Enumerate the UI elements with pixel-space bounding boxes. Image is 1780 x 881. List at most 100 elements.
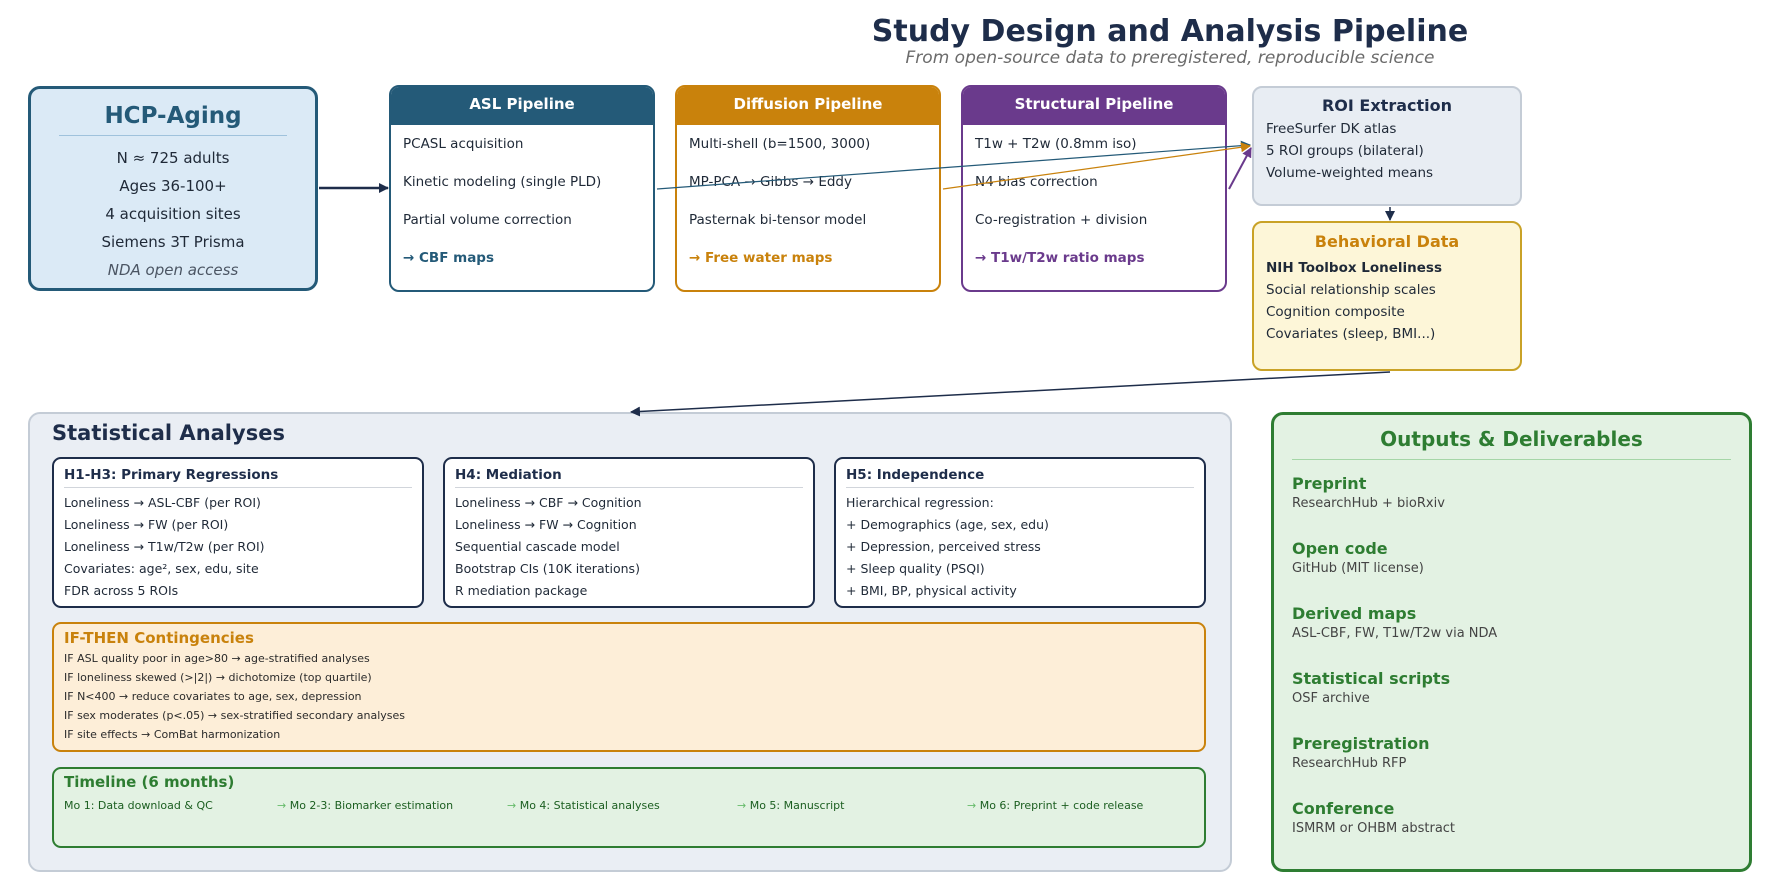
output-item: Statistical scripts OSF archive [1292,661,1749,726]
outputs-deliverables-box: Outputs & Deliverables Preprint Research… [1271,412,1752,872]
arrow-right-icon: → [737,799,747,812]
asl-pipeline-box: ASL Pipeline PCASL acquisition Kinetic m… [389,85,655,292]
roi-extraction-box: ROI Extraction FreeSurfer DK atlas 5 ROI… [1252,86,1522,206]
hypothesis-line: + BMI, BP, physical activity [846,583,1017,598]
divider [59,135,287,136]
contingencies-title: IF-THEN Contingencies [64,629,254,647]
timeline-item-label: Mo 1: Data download & QC [64,799,213,812]
timeline-item: → Mo 2-3: Biomarker estimation [277,799,453,812]
contingency-line: IF site effects → ComBat harmonization [64,728,281,741]
output-item: Conference ISMRM or OHBM abstract [1292,791,1749,856]
pipeline-step: N4 bias correction [975,174,1098,190]
hypothesis-line: Loneliness → T1w/T2w (per ROI) [64,539,265,554]
contingency-line: IF ASL quality poor in age>80 → age-stra… [64,652,370,665]
roi-title: ROI Extraction [1321,96,1453,115]
output-name: Derived maps [1292,604,1417,623]
contingency-line: IF sex moderates (p<.05) → sex-stratifie… [64,709,406,722]
hypothesis-line: Sequential cascade model [455,539,620,554]
timeline-item-label: Mo 2-3: Biomarker estimation [289,799,454,812]
outputs-title: Outputs & Deliverables [1380,427,1643,451]
hypothesis-line: Covariates: age², sex, edu, site [64,561,259,576]
timeline-item-label: Mo 5: Manuscript [749,799,845,812]
output-item: Derived maps ASL-CBF, FW, T1w/T2w via ND… [1292,596,1749,661]
hypothesis-line: + Demographics (age, sex, edu) [846,517,1049,532]
hypothesis-line: Loneliness → FW (per ROI) [64,517,229,532]
pipeline-step: Multi-shell (b=1500, 3000) [689,136,871,152]
hypothesis-line: R mediation package [455,583,588,598]
output-item: Preregistration ResearchHub RFP [1292,726,1749,791]
hypothesis-title: H5: Independence [846,467,1194,488]
contingency-line: IF loneliness skewed (>|2|) → dichotomiz… [64,671,372,684]
hypothesis-title: H4: Mediation [455,467,803,488]
timeline-item-label: Mo 4: Statistical analyses [519,799,660,812]
pipeline-output: → Free water maps [689,250,833,266]
output-desc: ASL-CBF, FW, T1w/T2w via NDA [1292,626,1498,641]
page-subtitle: From open-source data to preregistered, … [905,48,1435,68]
hcp-line: NDA open access [107,261,239,279]
timeline-box: Timeline (6 months) Mo 1: Data download … [52,767,1206,848]
statistical-analyses-title: Statistical Analyses [52,421,285,445]
output-desc: ResearchHub + bioRxiv [1292,496,1445,511]
output-desc: OSF archive [1292,691,1370,706]
timeline-item: → Mo 4: Statistical analyses [507,799,660,812]
output-name: Conference [1292,799,1395,818]
hcp-line: Siemens 3T Prisma [101,233,245,251]
behavioral-title: Behavioral Data [1314,232,1460,251]
diffusion-pipeline-title: Diffusion Pipeline [677,87,939,125]
asl-pipeline-title: ASL Pipeline [391,87,653,125]
output-name: Preprint [1292,474,1367,493]
hcp-line: 4 acquisition sites [105,205,241,223]
hcp-aging-box: HCP-Aging N ≈ 725 adults Ages 36-100+ 4 … [28,86,318,291]
behavioral-line: NIH Toolbox Loneliness [1266,260,1442,276]
h1-h3-box: H1-H3: Primary Regressions Loneliness → … [52,457,424,608]
h5-independence-box: H5: Independence Hierarchical regression… [834,457,1206,608]
behavioral-data-box: Behavioral Data NIH Toolbox Loneliness S… [1252,221,1522,371]
hypothesis-line: + Sleep quality (PSQI) [846,561,985,576]
roi-line: 5 ROI groups (bilateral) [1266,143,1424,159]
behavioral-line: Social relationship scales [1266,282,1436,298]
arrow-behavioral-to-stats [630,371,1391,417]
timeline-item: Mo 1: Data download & QC [64,799,213,812]
if-then-contingencies-box: IF-THEN Contingencies IF ASL quality poo… [52,622,1206,752]
timeline-title: Timeline (6 months) [64,773,235,791]
hypothesis-line: Bootstrap CIs (10K iterations) [455,561,640,576]
hypothesis-title: H1-H3: Primary Regressions [64,467,412,488]
hcp-line: Ages 36-100+ [119,177,227,195]
output-desc: ResearchHub RFP [1292,756,1407,771]
hypothesis-line: + Depression, perceived stress [846,539,1041,554]
output-item: Preprint ResearchHub + bioRxiv [1292,466,1749,531]
output-desc: GitHub (MIT license) [1292,561,1424,576]
timeline-item-label: Mo 6: Preprint + code release [979,799,1144,812]
roi-line: Volume-weighted means [1266,165,1434,181]
hypothesis-line: Loneliness → ASL-CBF (per ROI) [64,495,261,510]
pipeline-step: Co-registration + division [975,212,1148,228]
hypothesis-line: FDR across 5 ROIs [64,583,179,598]
diffusion-pipeline-box: Diffusion Pipeline Multi-shell (b=1500, … [675,85,941,292]
pipeline-step: Kinetic modeling (single PLD) [403,174,602,190]
output-name: Statistical scripts [1292,669,1451,688]
hcp-title: HCP-Aging [104,103,242,129]
pipeline-step: PCASL acquisition [403,136,524,152]
pipeline-step: Partial volume correction [403,212,572,228]
arrow-structural-to-roi [1228,147,1252,190]
contingency-line: IF N<400 → reduce covariates to age, sex… [64,690,362,703]
pipeline-step: MP-PCA → Gibbs → Eddy [689,174,852,190]
pipeline-step: T1w + T2w (0.8mm iso) [975,136,1137,152]
pipeline-output: → CBF maps [403,250,495,266]
roi-line: FreeSurfer DK atlas [1266,121,1397,137]
h4-mediation-box: H4: Mediation Loneliness → CBF → Cogniti… [443,457,815,608]
output-desc: ISMRM or OHBM abstract [1292,821,1456,836]
hypothesis-line: Hierarchical regression: [846,495,994,510]
hcp-line: N ≈ 725 adults [116,149,230,167]
arrow-right-icon: → [507,799,517,812]
hypothesis-line: Loneliness → CBF → Cognition [455,495,642,510]
divider [1292,459,1731,460]
pipeline-output: → T1w/T2w ratio maps [975,250,1145,266]
arrow-right-icon: → [967,799,977,812]
output-name: Open code [1292,539,1388,558]
structural-pipeline-box: Structural Pipeline T1w + T2w (0.8mm iso… [961,85,1227,292]
output-name: Preregistration [1292,734,1430,753]
timeline-item: → Mo 5: Manuscript [737,799,844,812]
behavioral-line: Covariates (sleep, BMI...) [1266,326,1436,342]
behavioral-line: Cognition composite [1266,304,1405,320]
